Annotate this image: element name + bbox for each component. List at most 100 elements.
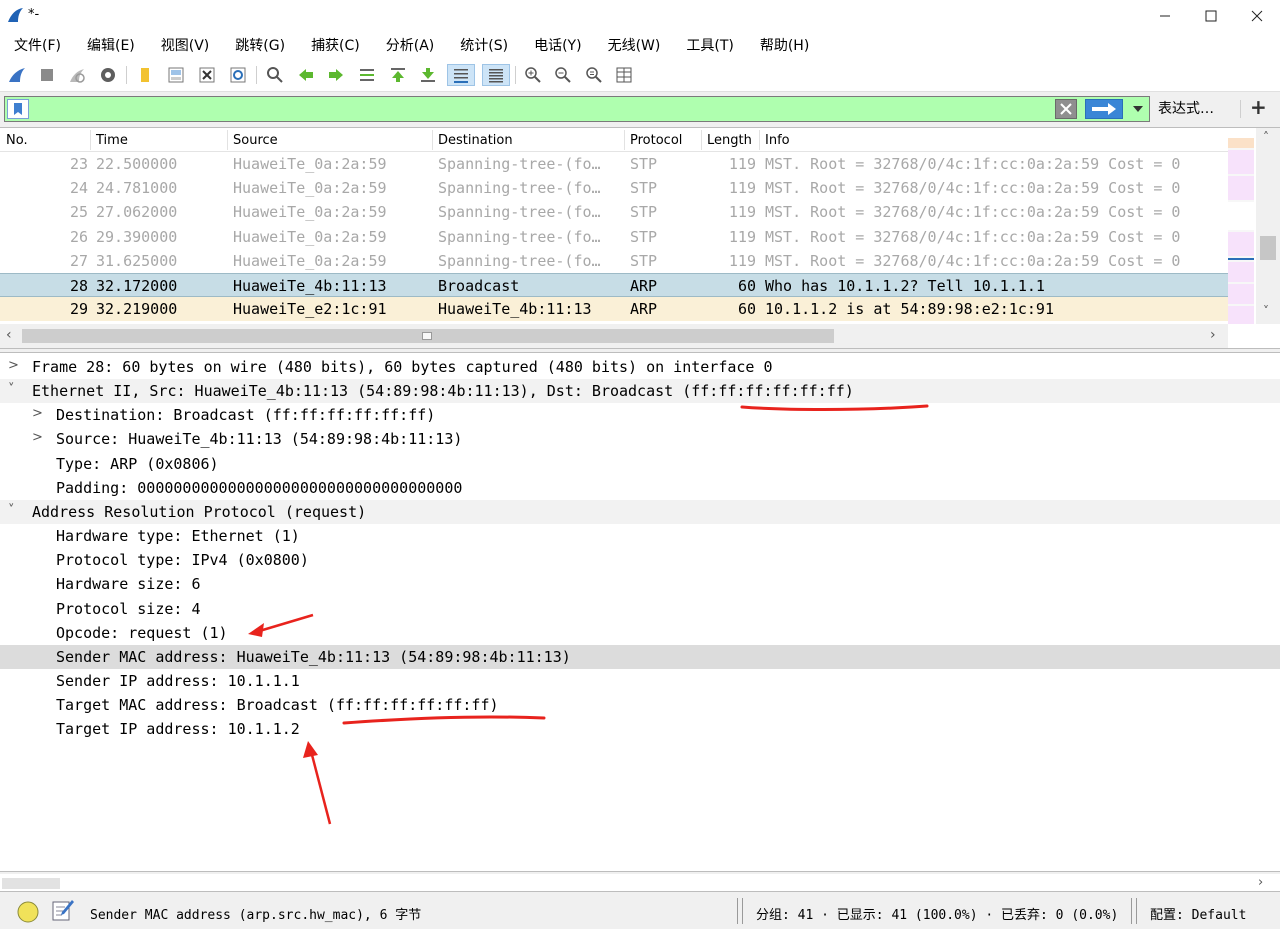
go-back-icon — [299, 69, 313, 81]
close-window-button[interactable] — [1234, 0, 1280, 32]
menu-item-4[interactable]: 捕获(C) — [297, 35, 372, 55]
column-header-destination[interactable]: Destination — [438, 133, 513, 148]
restart-capture-button[interactable] — [66, 64, 88, 86]
zoom-normal-button[interactable] — [583, 64, 605, 86]
wireshark-logo-icon — [8, 8, 23, 22]
bookmark-icon — [14, 103, 22, 115]
zoom-out-button[interactable] — [552, 64, 574, 86]
filter-history-dropdown[interactable] — [1129, 99, 1147, 119]
filter-bookmark-button[interactable] — [7, 99, 29, 119]
apply-filter-button[interactable] — [1085, 99, 1123, 119]
menu-item-0[interactable]: 文件(F) — [0, 35, 73, 55]
packet-cell-protocol: ARP — [630, 277, 658, 295]
packet-cell-no: 28 — [69, 277, 88, 295]
scroll-right-icon[interactable]: › — [1210, 327, 1216, 343]
column-header-no[interactable]: No. — [6, 133, 28, 148]
go-back-button[interactable] — [295, 64, 317, 86]
maximize-button[interactable] — [1188, 0, 1234, 32]
packet-cell-no: 26 — [69, 227, 88, 246]
packet-cell-protocol: STP — [630, 155, 658, 173]
packet-row[interactable]: 27 31.625000 HuaweiTe_0a:2a:59 Spanning-tre… — [0, 248, 1228, 273]
zoom-in-button[interactable] — [522, 64, 544, 86]
window-title: *- — [28, 7, 40, 22]
autoscroll-icon — [454, 69, 468, 83]
packet-cell-source: HuaweiTe_e2:1c:91 — [233, 300, 387, 319]
packet-list-horizontal-scrollbar[interactable]: ‹ › — [0, 324, 1228, 348]
packet-cell-destination: Spanning-tree-(fo… — [438, 155, 601, 173]
packet-row[interactable]: 24 24.781000 HuaweiTe_0a:2a:59 Spanning-tre… — [0, 176, 1228, 201]
packet-row[interactable]: 25 27.062000 HuaweiTe_0a:2a:59 Spanning-tre… — [0, 200, 1228, 225]
add-filter-button[interactable]: + — [1250, 95, 1267, 119]
resize-columns-button[interactable] — [613, 64, 635, 86]
menu-item-2[interactable]: 视图(V) — [147, 35, 222, 55]
menu-item-5[interactable]: 分析(A) — [372, 35, 447, 55]
go-to-packet-button[interactable] — [356, 64, 378, 86]
find-packet-button[interactable] — [264, 64, 286, 86]
profile-text[interactable]: 配置: Default — [1150, 904, 1246, 923]
packet-cell-length: 60 — [737, 300, 756, 319]
menu-item-9[interactable]: 工具(T) — [672, 35, 745, 55]
status-bar: Sender MAC address (arp.src.hw_mac), 6 字… — [0, 894, 1280, 929]
packet-row[interactable]: 23 22.500000 HuaweiTe_0a:2a:59 Spanning-tre… — [0, 152, 1228, 176]
autoscroll-button[interactable] — [447, 64, 475, 86]
close-file-button[interactable] — [196, 64, 218, 86]
go-first-button[interactable] — [387, 64, 409, 86]
display-filter-box — [4, 96, 1150, 122]
packet-cell-info: MST. Root = 32768/0/4c:1f:cc:0a:2a:59 Co… — [765, 251, 1181, 270]
packet-bytes-pane[interactable]: › — [0, 874, 1280, 892]
packet-row[interactable]: 26 29.390000 HuaweiTe_0a:2a:59 Spanning-tre… — [0, 224, 1228, 249]
capture-options-icon — [101, 68, 115, 82]
reload-file-icon — [230, 67, 246, 83]
packet-cell-no: 23 — [69, 155, 88, 173]
expression-button[interactable]: 表达式… — [1158, 98, 1214, 118]
packet-cell-source: HuaweiTe_0a:2a:59 — [233, 227, 387, 246]
column-header-source[interactable]: Source — [233, 133, 278, 148]
packet-cell-protocol: STP — [630, 251, 658, 270]
expert-info-led-icon[interactable] — [16, 900, 40, 924]
packet-list-header: No. Time Source Destination Protocol Len… — [0, 128, 1254, 152]
packet-cell-length: 119 — [728, 179, 756, 198]
start-capture-button[interactable] — [6, 64, 28, 86]
colorize-button[interactable] — [482, 64, 510, 86]
stop-capture-button[interactable] — [36, 64, 58, 86]
capture-options-button[interactable] — [97, 64, 119, 86]
go-last-button[interactable] — [417, 64, 439, 86]
reload-file-button[interactable] — [227, 64, 249, 86]
display-filter-input[interactable] — [33, 98, 1051, 120]
menu-item-10[interactable]: 帮助(H) — [746, 35, 821, 55]
bytes-scroll-thumb[interactable] — [2, 878, 60, 889]
edit-comment-icon[interactable] — [50, 898, 76, 924]
packet-cell-destination: Spanning-tree-(fo… — [438, 179, 601, 198]
column-header-time[interactable]: Time — [96, 133, 128, 148]
column-header-protocol[interactable]: Protocol — [630, 133, 682, 148]
packet-cell-time: 22.500000 — [96, 155, 178, 173]
packet-list-vertical-scrollbar[interactable]: ˄ ˅ — [1256, 128, 1280, 324]
packet-cell-source: HuaweiTe_4b:11:13 — [233, 277, 387, 295]
bytes-scroll-right-icon[interactable]: › — [1258, 875, 1263, 890]
menu-item-7[interactable]: 电话(Y) — [520, 35, 593, 55]
field-info-text: Sender MAC address (arp.src.hw_mac), 6 字… — [90, 908, 422, 923]
go-forward-button[interactable] — [325, 64, 347, 86]
packet-row[interactable]: 28 32.172000 HuaweiTe_4b:11:13 Broadcast ARP… — [0, 273, 1228, 297]
save-file-button[interactable] — [165, 64, 187, 86]
clear-filter-button[interactable] — [1055, 99, 1077, 119]
column-header-length[interactable]: Length — [707, 133, 752, 148]
menu-item-6[interactable]: 统计(S) — [446, 35, 520, 55]
scroll-left-icon[interactable]: ‹ — [6, 327, 12, 343]
packet-row[interactable]: 29 32.219000 HuaweiTe_e2:1c:91 HuaweiTe_4b:… — [0, 297, 1228, 322]
colorize-icon — [489, 69, 503, 83]
minimize-button[interactable] — [1142, 0, 1188, 32]
column-header-info[interactable]: Info — [765, 133, 790, 148]
menu-item-8[interactable]: 无线(W) — [594, 35, 673, 55]
packet-cell-protocol: STP — [630, 203, 658, 222]
menu-item-1[interactable]: 编辑(E) — [73, 35, 147, 55]
packet-minimap[interactable] — [1228, 138, 1254, 324]
scroll-down-icon[interactable]: ˅ — [1263, 304, 1269, 318]
packet-cell-destination: HuaweiTe_4b:11:13 — [438, 300, 592, 319]
horizontal-scroll-thumb[interactable] — [22, 329, 834, 343]
open-file-button[interactable] — [134, 64, 156, 86]
vertical-scroll-thumb[interactable] — [1260, 236, 1276, 260]
scroll-up-icon[interactable]: ˄ — [1263, 130, 1269, 144]
packet-cell-time: 32.172000 — [96, 277, 178, 295]
menu-item-3[interactable]: 跳转(G) — [221, 35, 297, 55]
